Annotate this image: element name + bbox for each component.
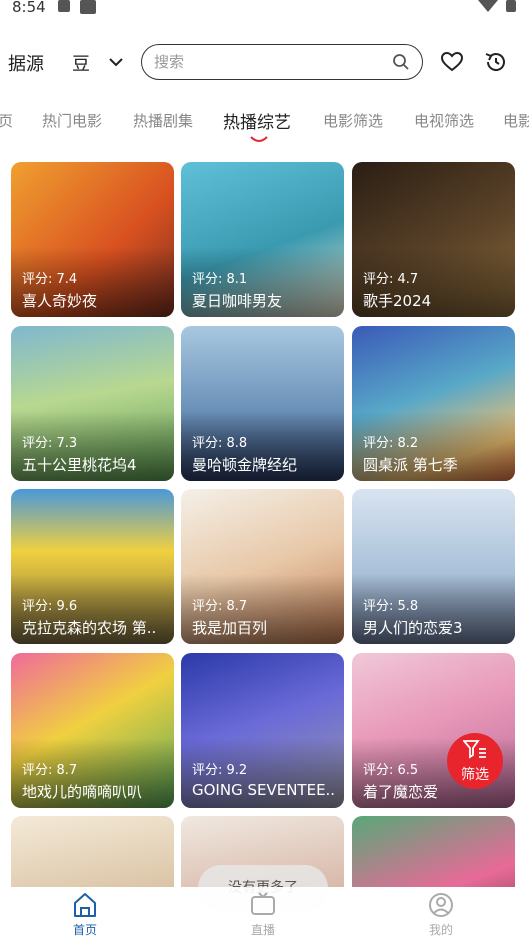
card-score: 评分: 5.8 [363,599,419,614]
variety-card[interactable]: 评分: 7.4 喜人奇妙夜 [11,162,174,317]
card-score: 评分: 8.2 [363,436,419,451]
nav-label-home: 首页 [72,923,97,937]
variety-card[interactable]: 评分: 4.7 歌手2024 [352,162,515,317]
card-score: 评分: 7.3 [22,436,78,451]
active-tab-indicator [250,136,268,142]
filter-icon [463,740,486,759]
tab-movie-partial[interactable]: 电影 [503,110,529,131]
app-icon [80,0,96,14]
nav-label-mine: 我的 [428,923,453,937]
source-select-value[interactable]: 豆 [72,50,90,76]
filter-button[interactable]: 筛选 [447,733,503,789]
variety-grid: 评分: 7.4 喜人奇妙夜 评分: 8.1 夏日咖啡男友 评分: 4.7 歌手2… [11,162,518,887]
profile-icon [429,893,453,917]
favorite-heart-icon[interactable] [440,50,464,74]
status-bar: 8:54 [0,0,529,20]
nav-item-mine[interactable]: 我的 [391,887,491,937]
card-title: 五十公里桃花坞4 [22,456,137,474]
variety-card[interactable]: 评分: 8.7 我是加百列 [181,489,344,644]
tab-hot-variety[interactable]: 热播综艺 [223,108,291,133]
source-label[interactable]: 据源 [8,50,44,76]
variety-card[interactable]: 评分: 6.5 着了魔恋爱 [352,653,515,808]
card-title: 地戏儿的嘀嘀叭叭 [22,783,143,801]
header: 据源 豆 [0,40,529,84]
search-input[interactable] [154,51,384,73]
card-score: 评分: 8.7 [192,599,248,614]
card-title: 克拉克森的农场 第.. [22,619,157,637]
card-score: 评分: 9.2 [192,763,248,778]
tv-icon [251,892,275,915]
variety-card[interactable]: 评分: 5.8 男人们的恋爱3 [352,489,515,644]
tab-hot-movies[interactable]: 热门电影 [42,110,102,131]
card-title: GOING SEVENTEE.. [192,781,336,799]
tab-hot-series[interactable]: 热播剧集 [133,110,193,131]
variety-card[interactable]: 评分: 9.2 GOING SEVENTEE.. [181,653,344,808]
variety-card[interactable]: 评分: 7.3 五十公里桃花坞4 [11,326,174,481]
history-icon[interactable] [484,50,508,74]
variety-card[interactable]: 评分: 8.1 夏日咖啡男友 [181,162,344,317]
battery-icon [506,0,516,12]
home-icon [74,893,96,917]
nav-label-live: 直播 [250,923,275,937]
card-score: 评分: 6.5 [363,763,419,778]
card-score: 评分: 7.4 [22,272,78,287]
variety-card[interactable]: 评分: 8.7 地戏儿的嘀嘀叭叭 [11,653,174,808]
card-score: 评分: 8.1 [192,272,248,287]
card-title: 曼哈顿金牌经纪 [192,456,298,474]
tab-home-partial[interactable]: 页 [0,110,13,131]
card-score: 评分: 9.6 [22,599,78,614]
status-time: 8:54 [12,0,46,16]
filter-label: 筛选 [461,767,489,783]
tab-movie-filter[interactable]: 电影筛选 [323,110,383,131]
variety-card[interactable]: 评分: 9.6 克拉克森的农场 第.. [11,489,174,644]
search-box[interactable] [141,44,423,80]
wifi-icon [478,0,498,12]
card-score: 评分: 8.8 [192,436,248,451]
chevron-down-icon[interactable] [106,52,126,72]
card-score: 评分: 8.7 [22,763,78,778]
nav-item-live[interactable]: 直播 [213,887,313,937]
card-title: 我是加百列 [192,619,268,637]
card-title: 圆桌派 第七季 [363,456,458,474]
bottom-nav: 首页 直播 我的 [0,887,529,937]
search-icon[interactable] [392,53,410,71]
card-title: 歌手2024 [363,292,432,310]
card-title: 喜人奇妙夜 [22,292,98,310]
card-title: 夏日咖啡男友 [192,292,283,310]
card-score: 评分: 4.7 [363,272,419,287]
variety-card[interactable]: 评分: 8.8 曼哈顿金牌经纪 [181,326,344,481]
tab-tv-filter[interactable]: 电视筛选 [414,110,474,131]
variety-card[interactable] [352,816,515,887]
card-title: 男人们的恋爱3 [363,619,463,637]
variety-card[interactable] [11,816,174,887]
variety-card[interactable]: 评分: 8.2 圆桌派 第七季 [352,326,515,481]
nav-item-home[interactable]: 首页 [35,887,135,937]
notification-icon [58,0,70,12]
